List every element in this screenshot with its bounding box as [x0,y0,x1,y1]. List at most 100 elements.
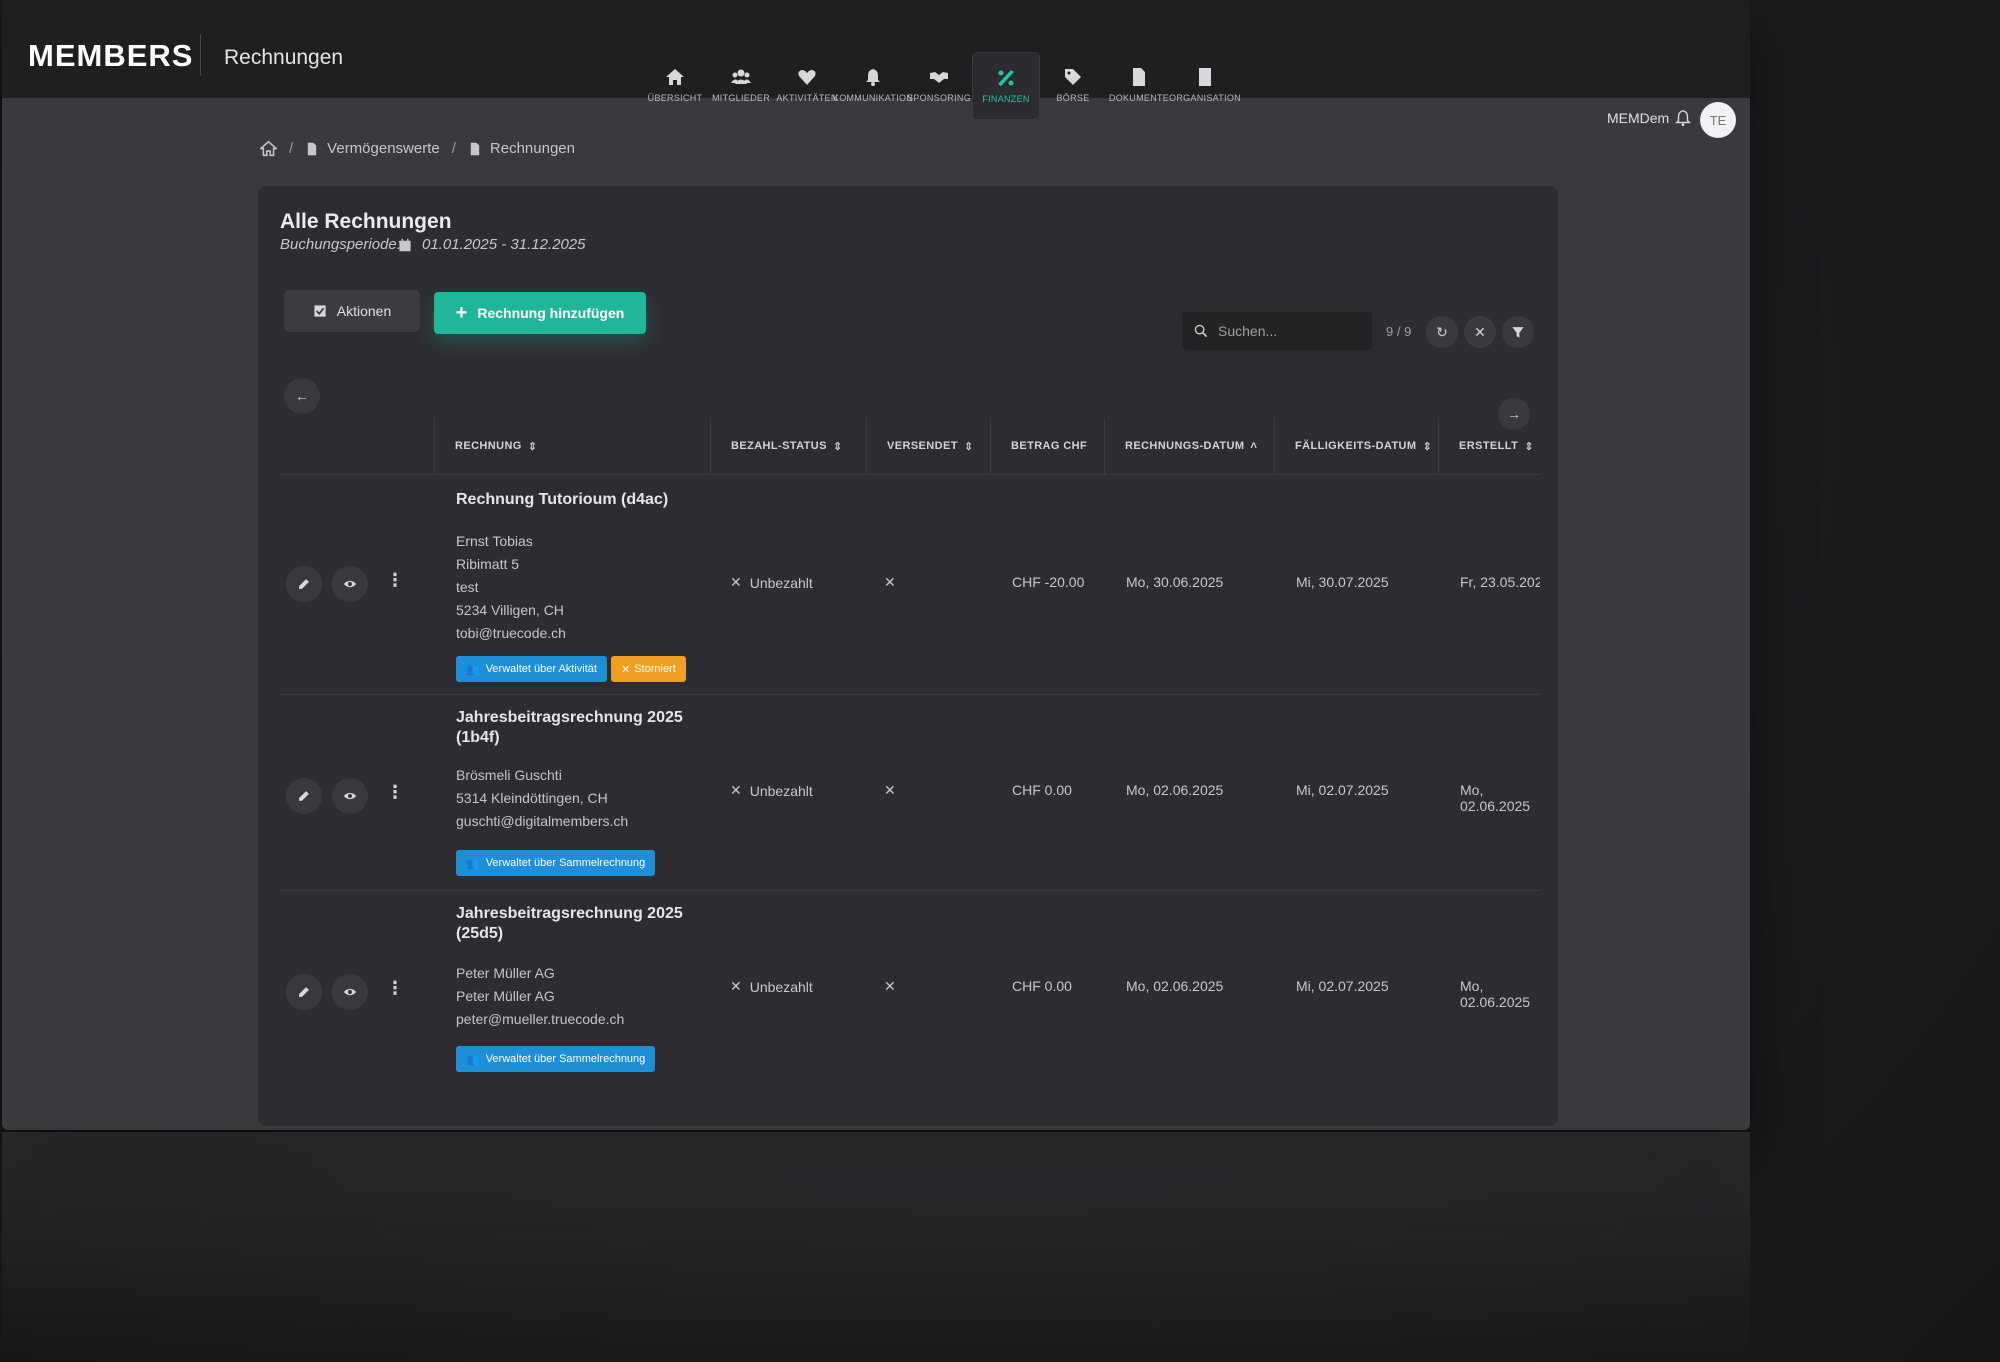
document-icon [307,142,317,155]
nav-aktivitaeten[interactable]: AKTIVITÄTEN [774,52,840,118]
breadcrumb-label: Vermögenswerte [327,140,440,157]
actions-button[interactable]: Aktionen [284,290,420,332]
breadcrumb-item-vermoegenswerte[interactable]: Vermögenswerte [305,140,440,157]
heart-icon [798,70,816,85]
filter-button[interactable] [1502,316,1534,348]
pencil-icon [299,579,309,589]
table-row[interactable]: ⋮ Jahresbeitragsrechnung 2025 (1b4f) Brö… [280,694,1540,891]
bell-icon [866,69,880,86]
view-button[interactable] [332,778,368,814]
badge-label: Storniert [634,663,676,675]
eye-icon [343,988,357,996]
managed-badge: 👥 Verwaltet über Sammelrechnung [456,850,656,876]
calendar-icon [399,238,411,251]
search-input[interactable]: Suchen... [1182,312,1372,350]
nav-kommunikation[interactable]: KOMMUNIKATION [833,52,913,118]
badges: 👥 Verwaltet über Sammelrechnung [456,850,656,876]
nav-dokumente[interactable]: DOKUMENTE [1106,52,1172,118]
members-logo[interactable]: MEMBERS [28,38,193,74]
breadcrumb-item-rechnungen[interactable]: Rechnungen [468,140,575,157]
payment-status: ✕ Unbezahlt [730,978,813,995]
invoices-card: Alle Rechnungen Buchungsperiode: 01.01.2… [258,186,1558,1126]
user-name[interactable]: MEMDem [1607,110,1669,126]
plus-icon: + [455,302,468,324]
document-icon [1133,68,1145,86]
payment-status: ✕ Unbezahlt [730,782,813,799]
col-rechnungs-datum[interactable]: RECHNUNGS-DATUM ˄ [1104,418,1274,474]
breadcrumb-separator: / [451,140,456,157]
nav-label: BÖRSE [1056,93,1090,103]
add-invoice-button[interactable]: + Rechnung hinzufügen [434,292,646,334]
home-icon[interactable] [260,140,277,157]
users-icon: 👥 [466,857,480,870]
column-label: ERSTELLT [1459,440,1519,452]
column-label: RECHNUNG [455,440,522,452]
main-nav: ÜBERSICHT MITGLIEDER AKTIVITÄTEN KOMMUNI… [642,52,1241,120]
invoice-date: Mo, 30.06.2025 [1126,574,1224,590]
filter-icon [1512,327,1524,338]
reset-button[interactable]: ↻ [1426,316,1458,348]
col-erstellt[interactable]: ERSTELLT ⇕ [1438,418,1540,474]
created-date: Mo, 02.06.2025 [1460,782,1531,814]
nav-mitglieder[interactable]: MITGLIEDER [708,52,774,118]
edit-button[interactable] [286,974,322,1010]
nav-boerse[interactable]: BÖRSE [1040,52,1106,118]
col-betrag: BETRAG CHF [990,418,1104,474]
col-bezahl-status[interactable]: BEZAHL-STATUS ⇕ [710,418,866,474]
nav-organisation[interactable]: ORGANISATION [1169,52,1241,118]
edit-button[interactable] [286,566,322,602]
nav-label: DOKUMENTE [1108,93,1170,103]
view-button[interactable] [332,566,368,602]
status-text: Unbezahlt [749,782,813,799]
col-faelligkeits-datum[interactable]: FÄLLIGKEITS-DATUM ⇕ [1274,418,1438,474]
nav-label: SPONSORING [906,93,971,103]
more-menu-icon[interactable]: ⋮ [386,782,404,803]
edit-button[interactable] [286,778,322,814]
invoice-title[interactable]: Rechnung Tutorioum (d4ac) [456,490,696,510]
close-icon: ✕ [1474,323,1486,340]
breadcrumb-label: Rechnungen [489,140,575,157]
view-button[interactable] [332,974,368,1010]
period-selector[interactable]: 01.01.2025 - 31.12.2025 [398,236,585,253]
address-line: Peter Müller AG [456,965,555,981]
more-menu-icon[interactable]: ⋮ [386,570,404,591]
breadcrumb: / Vermögenswerte / Rechnungen [260,140,575,157]
top-navbar: MEMBERS Rechnungen ÜBERSICHT MITGLIEDER … [2,0,1750,138]
invoice-address: Peter Müller AG Peter Müller AG peter@mu… [456,962,624,1031]
table-header: RECHNUNG ⇕ BEZAHL-STATUS ⇕ VERSENDET ⇕ BETR… [280,418,1540,475]
result-count: 9 / 9 [1386,324,1412,339]
table-row[interactable]: ⋮ Rechnung Tutorioum (d4ac) Ernst Tobias… [280,474,1540,695]
more-menu-icon[interactable]: ⋮ [386,978,404,999]
table-row[interactable]: ⋮ Jahresbeitragsrechnung 2025 (25d5) Pet… [280,890,1540,1086]
email-line: guschti@digitalmembers.ch [456,813,629,829]
period-value: 01.01.2025 - 31.12.2025 [422,236,586,253]
card-title: Alle Rechnungen [280,210,452,233]
nav-finanzen[interactable]: FINANZEN [972,52,1040,120]
managed-badge: 👥 Verwaltet über Aktivität [456,656,607,682]
notification-bell-icon[interactable] [1674,108,1692,128]
invoice-address: Brösmeli Guschti 5314 Kleindöttingen, CH… [456,764,628,833]
tags-icon [1065,69,1081,85]
sort-icon: ⇕ [832,440,843,453]
avatar[interactable]: TE [1700,102,1736,138]
document-icon [470,142,480,155]
add-invoice-label: Rechnung hinzufügen [477,305,625,321]
address-line: 5234 Villigen, CH [456,602,564,618]
pencil-icon [299,791,309,801]
nav-sponsoring[interactable]: SPONSORING [906,52,972,118]
col-versendet[interactable]: VERSENDET ⇕ [866,418,990,474]
nav-label: KOMMUNIKATION [832,93,914,103]
scroll-left-button[interactable]: ← [284,378,320,414]
nav-uebersicht[interactable]: ÜBERSICHT [642,52,708,118]
floor-reflection [2,1132,1750,1362]
badge-label: Verwaltet über Sammelrechnung [485,1053,646,1065]
due-date: Mi, 02.07.2025 [1296,782,1389,798]
invoice-title[interactable]: Jahresbeitragsrechnung 2025 (25d5) [456,904,696,944]
invoice-address: Ernst Tobias Ribimatt 5 test 5234 Villig… [456,530,566,645]
invoice-title[interactable]: Jahresbeitragsrechnung 2025 (1b4f) [456,708,696,748]
page-title: Rechnungen [224,46,344,69]
clear-button[interactable]: ✕ [1464,316,1496,348]
col-rechnung[interactable]: RECHNUNG ⇕ [434,418,710,474]
logo-divider [200,34,201,76]
amount: CHF -20.00 [1012,574,1085,590]
